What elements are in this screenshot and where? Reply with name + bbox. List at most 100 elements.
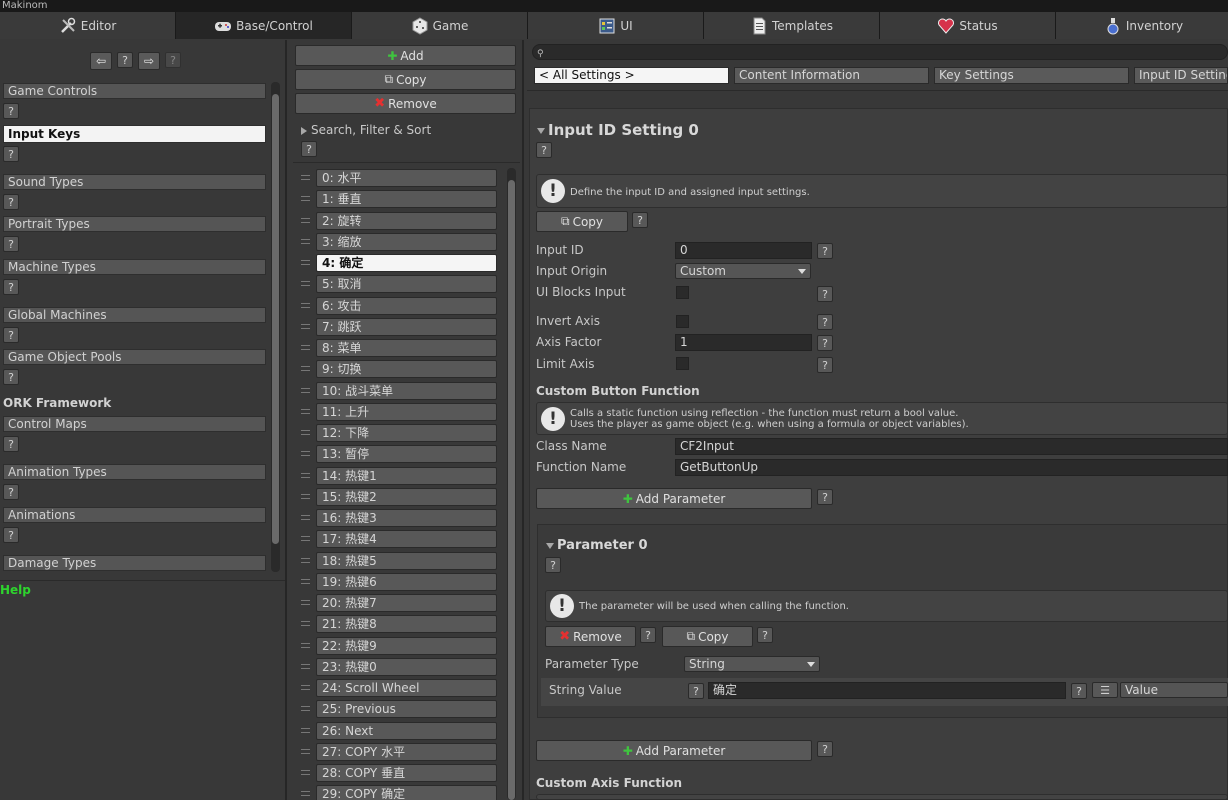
input-origin-dropdown[interactable]: Custom [675,263,811,279]
drag-handle-icon[interactable] [301,260,310,265]
help-button[interactable]: ? [1071,683,1087,699]
input-id-setting-foldout[interactable]: Input ID Setting 0 [537,121,699,139]
nav-help-button[interactable]: ? [117,52,133,68]
drag-handle-icon[interactable] [301,621,310,626]
drag-handle-icon[interactable] [301,728,310,733]
forward-arrow-icon[interactable]: ⇨ [138,52,160,70]
drag-handle-icon[interactable] [301,281,310,286]
drag-handle-icon[interactable] [301,579,310,584]
help-button[interactable]: ? [817,286,833,302]
tab-base-control[interactable]: Base/Control [176,12,352,39]
help-button[interactable]: ? [817,243,833,259]
list-item[interactable]: 12: 下降 [316,424,497,442]
search-input[interactable]: ⚲ [532,44,1228,60]
help-button[interactable]: ? [640,627,656,643]
help-button[interactable]: ? [3,527,19,543]
list-item[interactable]: 17: 热键4 [316,530,497,548]
list-item[interactable]: 13: 暂停 [316,445,497,463]
class-name-field[interactable]: CF2Input [675,438,1228,455]
drag-handle-icon[interactable] [301,558,310,563]
back-arrow-icon[interactable]: ⇦ [90,52,112,70]
drag-handle-icon[interactable] [301,175,310,180]
list-item[interactable]: 9: 切换 [316,360,497,378]
tab-templates[interactable]: Templates [704,12,880,39]
section-game-object-pools[interactable]: Game Object Pools [3,349,266,365]
list-item[interactable]: 16: 热键3 [316,509,497,527]
list-item[interactable]: 19: 热键6 [316,573,497,591]
drag-handle-icon[interactable] [301,600,310,605]
drag-handle-icon[interactable] [301,494,310,499]
section-damage-types[interactable]: Damage Types [3,555,266,571]
drag-handle-icon[interactable] [301,303,310,308]
string-value-field[interactable]: 确定 [708,682,1066,699]
list-item[interactable]: 11: 上升 [316,403,497,421]
list-item[interactable]: 29: COPY 确定 [316,785,497,800]
help-button[interactable]: ? [817,741,833,757]
middle-scrollbar[interactable] [507,168,516,800]
list-item[interactable]: 15: 热键2 [316,488,497,506]
help-button[interactable]: ? [3,194,19,210]
left-scrollbar-thumb[interactable] [272,94,279,544]
list-item[interactable]: 6: 攻击 [316,297,497,315]
input-id-field[interactable]: 0 [675,242,812,259]
middle-scrollbar-thumb[interactable] [508,180,515,800]
list-item[interactable]: 23: 热键0 [316,658,497,676]
tab-inventory[interactable]: Inventory [1056,12,1228,39]
drag-handle-icon[interactable] [301,515,310,520]
drag-handle-icon[interactable] [301,536,310,541]
help-button[interactable]: ? [3,146,19,162]
list-item[interactable]: 27: COPY 水平 [316,743,497,761]
list-item[interactable]: 26: Next [316,722,497,740]
drag-handle-icon[interactable] [301,409,310,414]
remove-parameter-button[interactable]: ✖ Remove [545,626,636,647]
help-button[interactable]: ? [301,141,317,157]
drag-handle-icon[interactable] [301,324,310,329]
help-button[interactable]: ? [536,142,552,158]
list-item[interactable]: 22: 热键9 [316,637,497,655]
drag-handle-icon[interactable] [301,366,310,371]
tab-editor[interactable]: Editor [0,12,176,39]
drag-handle-icon[interactable] [301,196,310,201]
section-input-keys[interactable]: Input Keys [3,125,266,143]
nav-help-button-2[interactable]: ? [165,52,181,68]
drag-handle-icon[interactable] [301,685,310,690]
value-mode-dropdown[interactable]: Value [1120,682,1228,698]
list-item[interactable]: 25: Previous [316,700,497,718]
list-item[interactable]: 3: 缩放 [316,233,497,251]
list-item[interactable]: 24: Scroll Wheel [316,679,497,697]
drag-handle-icon[interactable] [301,345,310,350]
copy-setting-button[interactable]: ⧉ Copy [536,211,628,232]
list-item[interactable]: 0: 水平 [316,169,497,187]
list-item[interactable]: 28: COPY 垂直 [316,764,497,782]
drag-handle-icon[interactable] [301,664,310,669]
copy-button[interactable]: ⧉ Copy [295,69,516,90]
parameter-type-dropdown[interactable]: String [684,656,820,672]
section-sound-types[interactable]: Sound Types [3,174,266,190]
help-button[interactable]: ? [688,683,704,699]
ui-blocks-input-checkbox[interactable] [676,286,689,299]
breadcrumb-input-id-setting[interactable]: Input ID Setting 0 [1134,67,1228,84]
remove-button[interactable]: ✖ Remove [295,93,516,114]
left-scrollbar[interactable] [271,82,280,572]
list-item[interactable]: 7: 跳跃 [316,318,497,336]
add-button[interactable]: ✚ Add [295,45,516,66]
drag-handle-icon[interactable] [301,388,310,393]
drag-handle-icon[interactable] [301,473,310,478]
section-game-controls[interactable]: Game Controls [3,83,266,99]
list-item[interactable]: 2: 旋转 [316,212,497,230]
drag-handle-icon[interactable] [301,451,310,456]
list-item[interactable]: 20: 热键7 [316,594,497,612]
section-global-machines[interactable]: Global Machines [3,307,266,323]
list-item[interactable]: 1: 垂直 [316,190,497,208]
help-button[interactable]: ? [3,236,19,252]
help-button[interactable]: ? [817,314,833,330]
help-button[interactable]: ? [3,484,19,500]
parameter-foldout[interactable]: Parameter 0 [546,538,648,553]
menu-icon[interactable]: ☰ [1092,682,1118,698]
help-button[interactable]: ? [545,557,561,573]
axis-factor-field[interactable]: 1 [675,334,812,351]
list-item[interactable]: 4: 确定 [316,254,497,272]
section-portrait-types[interactable]: Portrait Types [3,216,266,232]
drag-handle-icon[interactable] [301,749,310,754]
breadcrumb-content-information[interactable]: Content Information [734,67,929,84]
